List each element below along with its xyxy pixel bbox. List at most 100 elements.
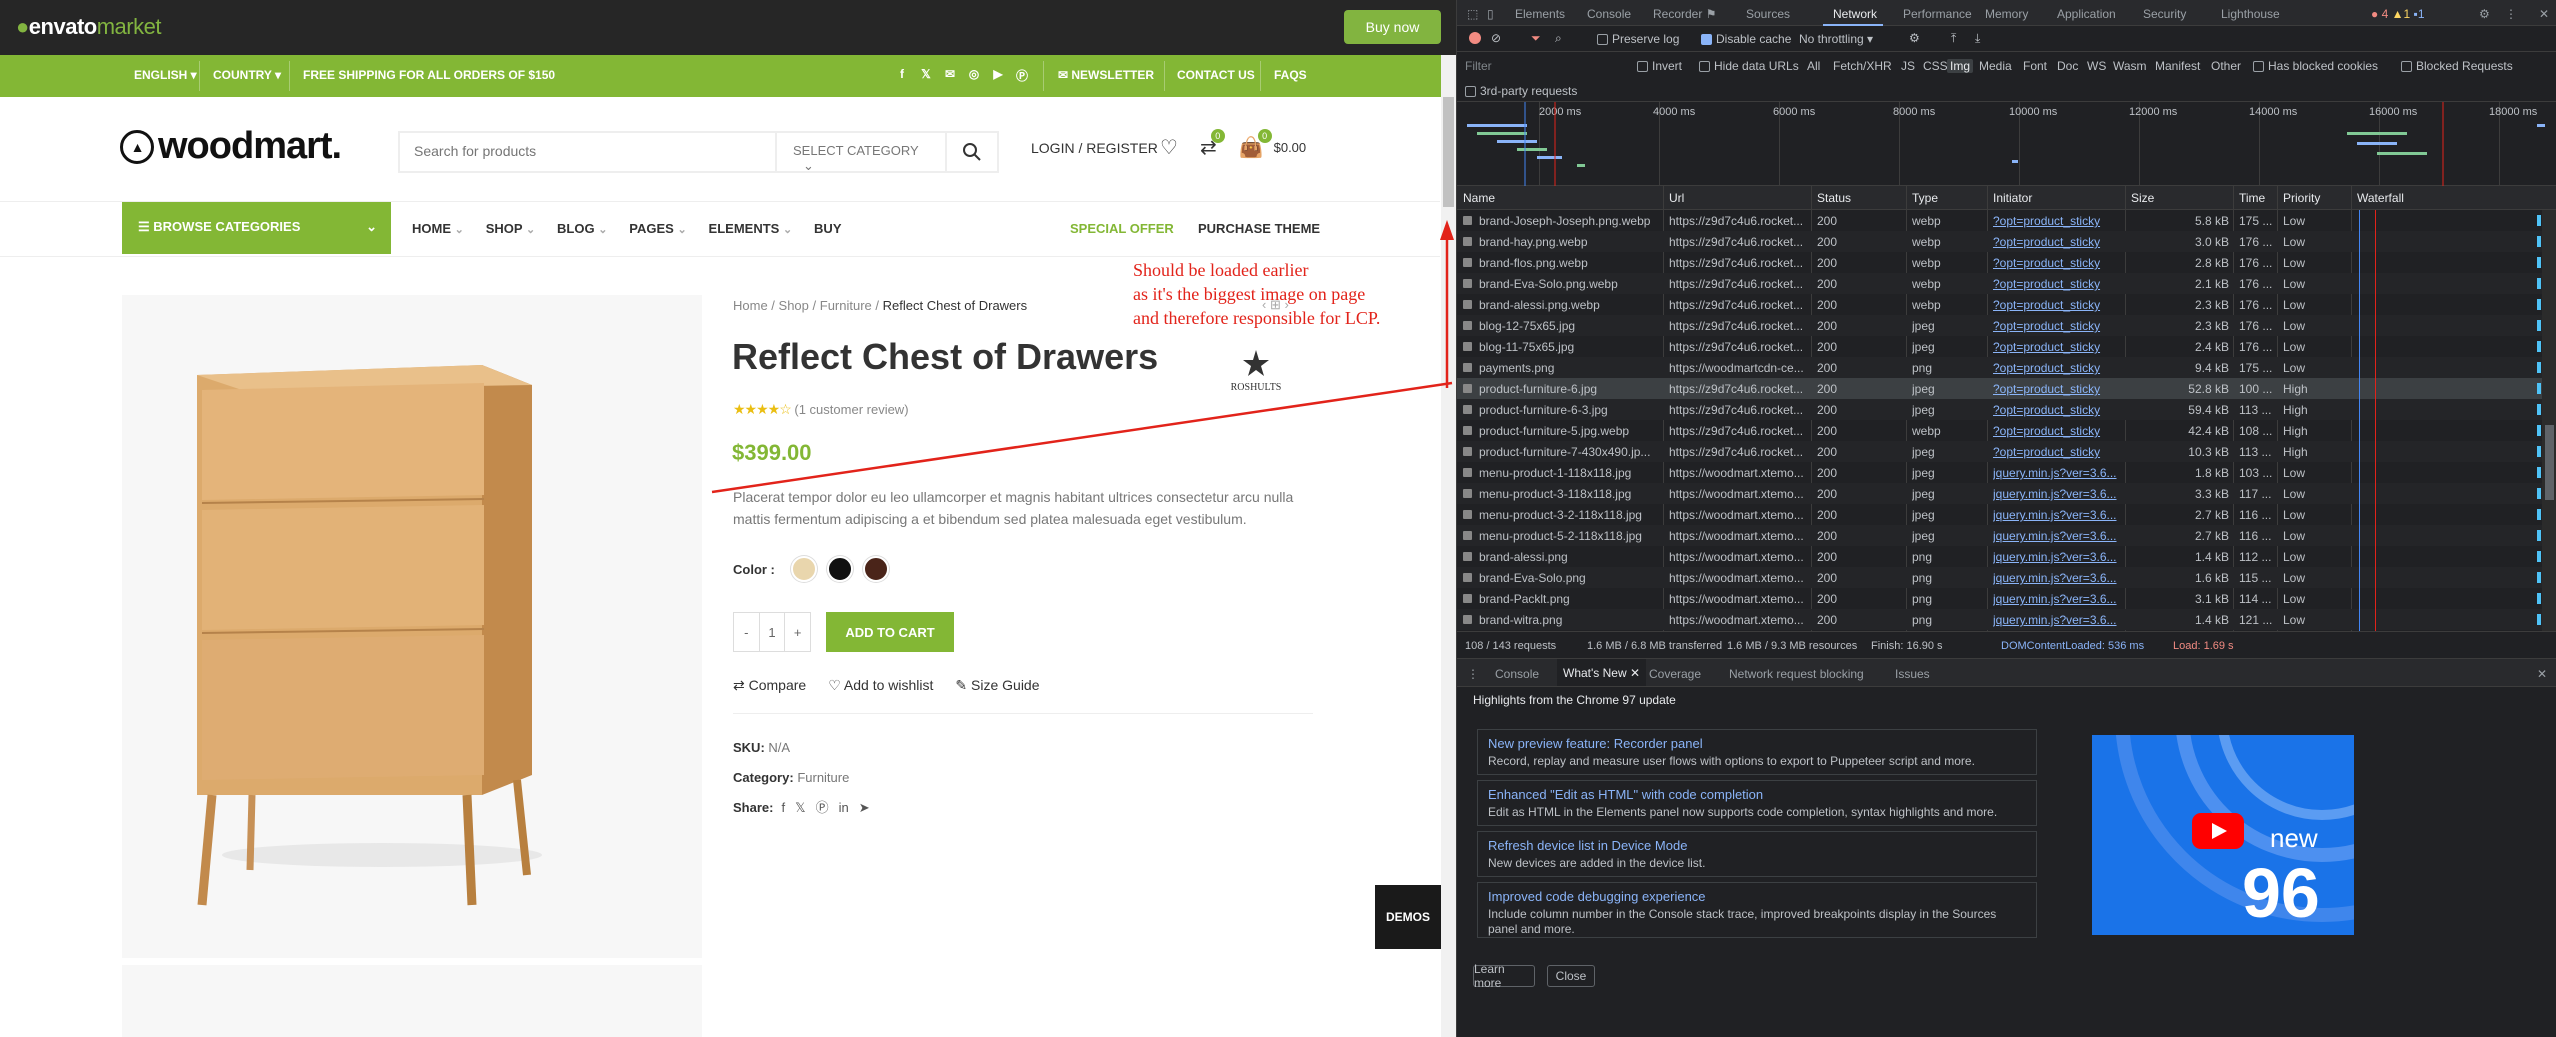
tab-console[interactable]: Console [1587,7,1631,21]
cell-initiator[interactable]: jquery.min.js?ver=3.6... [1993,508,2123,522]
purchase-theme-link[interactable]: PURCHASE THEME [1198,221,1320,236]
col-type[interactable]: Type [1912,191,1938,205]
filter-manifest[interactable]: Manifest [2155,59,2200,73]
share-facebook-icon[interactable]: f [781,793,785,823]
tab-performance[interactable]: Performance [1903,7,1972,21]
share-pinterest-icon[interactable]: Ⓟ [816,793,829,823]
cell-initiator[interactable]: ?opt=product_sticky [1993,298,2123,312]
filter-all[interactable]: All [1807,59,1820,73]
search-input[interactable] [414,143,774,159]
nav-pages[interactable]: PAGES ⌄ [629,221,686,236]
drawer-menu-icon[interactable]: ⋮ [1467,667,1479,681]
network-overview[interactable]: 2000 ms 4000 ms 6000 ms 8000 ms 10000 ms… [1457,102,2556,186]
clear-icon[interactable]: ⊘ [1491,31,1501,45]
feature-card[interactable]: New preview feature: Recorder panel Recor… [1477,729,2037,775]
filter-font[interactable]: Font [2023,59,2047,73]
drawer-tab-console[interactable]: Console [1495,667,1539,681]
tab-sources[interactable]: Sources [1746,7,1790,21]
page-scrollbar-thumb[interactable] [1443,97,1454,207]
drawer-tab-whats-new[interactable]: What's New ✕ [1557,659,1647,686]
table-row[interactable]: brand-Eva-Solo.png.webp https://z9d7c4u6.… [1457,273,2542,294]
facebook-icon[interactable]: f [894,67,910,83]
table-row[interactable]: brand-witra.png https://woodmart.xtemo...… [1457,609,2542,630]
browse-categories-button[interactable]: ☰ BROWSE CATEGORIES ⌄ [122,202,391,254]
record-icon[interactable] [1469,32,1481,44]
tab-recorder[interactable]: Recorder ⚑ [1653,7,1716,21]
col-size[interactable]: Size [2131,191,2154,205]
close-devtools-icon[interactable]: ✕ [2539,7,2549,21]
table-row[interactable]: brand-Eva-Solo.png https://woodmart.xtemo… [1457,567,2542,588]
compare-icon[interactable]: ⇄ 0 [1200,129,1225,160]
breadcrumb-home[interactable]: Home [733,298,768,313]
category-link[interactable]: Furniture [797,770,849,785]
col-time[interactable]: Time [2239,191,2265,205]
tab-memory[interactable]: Memory [1985,7,2028,21]
cell-initiator[interactable]: ?opt=product_sticky [1993,235,2123,249]
cell-initiator[interactable]: jquery.min.js?ver=3.6... [1993,529,2123,543]
filter-ws[interactable]: WS [2087,59,2106,73]
search-icon[interactable]: ⌕ [1555,31,1562,46]
table-row[interactable]: menu-product-1-118x118.jpg https://woodma… [1457,462,2542,483]
twitter-icon[interactable]: 𝕏 [918,67,934,83]
buy-now-button[interactable]: Buy now [1344,10,1441,44]
newsletter-link[interactable]: ✉ NEWSLETTER [1058,68,1154,82]
device-toggle-icon[interactable]: ▯ [1487,7,1494,21]
product-image[interactable] [122,295,702,958]
color-swatch-beige[interactable] [790,556,817,582]
filter-media[interactable]: Media [1979,59,2012,73]
cell-initiator[interactable]: jquery.min.js?ver=3.6... [1993,592,2123,606]
cell-initiator[interactable]: jquery.min.js?ver=3.6... [1993,613,2123,627]
col-url[interactable]: Url [1669,191,1684,205]
cell-initiator[interactable]: ?opt=product_sticky [1993,445,2123,459]
filter-doc[interactable]: Doc [2057,59,2078,73]
table-row[interactable]: menu-product-3-2-118x118.jpg https://wood… [1457,504,2542,525]
filter-fetch-xhr[interactable]: Fetch/XHR [1833,59,1892,73]
table-row[interactable]: product-furniture-6.jpg https://z9d7c4u6.… [1457,378,2542,399]
cell-initiator[interactable]: jquery.min.js?ver=3.6... [1993,487,2123,501]
nav-shop[interactable]: SHOP ⌄ [486,221,535,236]
feature-card[interactable]: Improved code debugging experience Includ… [1477,882,2037,938]
table-row[interactable]: blog-12-75x65.jpg https://z9d7c4u6.rocket… [1457,315,2542,336]
table-row[interactable]: product-furniture-6-3.jpg https://z9d7c4u… [1457,399,2542,420]
col-status[interactable]: Status [1817,191,1851,205]
nav-blog[interactable]: BLOG ⌄ [557,221,607,236]
cell-initiator[interactable]: ?opt=product_sticky [1993,214,2123,228]
export-har-icon[interactable]: ⤓ [1975,31,1980,46]
size-guide-button[interactable]: ✎ Size Guide [955,677,1039,694]
envato-logo[interactable]: ●envatomarket [16,14,161,40]
table-row[interactable]: product-furniture-7-430x490.jp... https:/… [1457,441,2542,462]
filter-input[interactable]: Filter [1465,59,1492,73]
cell-initiator[interactable]: ?opt=product_sticky [1993,424,2123,438]
table-row[interactable]: brand-hay.png.webp https://z9d7c4u6.rocke… [1457,231,2542,252]
table-row[interactable]: product-furniture-5.jpg.webp https://z9d7… [1457,420,2542,441]
import-har-icon[interactable]: ⤒ [1951,31,1956,46]
brand-logo[interactable]: ROSHULTS [1202,333,1310,407]
inspect-icon[interactable]: ⬚ [1467,7,1478,21]
share-twitter-icon[interactable]: 𝕏 [795,793,805,823]
filter-icon[interactable]: ⏷ [1531,31,1541,46]
table-row[interactable]: brand-Packlt.png https://woodmart.xtemo..… [1457,588,2542,609]
filter-wasm[interactable]: Wasm [2113,59,2147,73]
cell-initiator[interactable]: jquery.min.js?ver=3.6... [1993,466,2123,480]
filter-css[interactable]: CSS [1923,59,1948,73]
table-row[interactable]: brand-Joseph-Joseph.png.webp https://z9d7… [1457,210,2542,231]
drawer-tab-issues[interactable]: Issues [1895,667,1930,681]
cart-button[interactable]: 👜 0 $0.00 [1239,129,1306,160]
category-select[interactable]: SELECT CATEGORY ⌄ [775,133,945,173]
learn-more-button[interactable]: Learn more [1473,962,1535,990]
email-icon[interactable]: ✉ [942,67,958,83]
col-priority[interactable]: Priority [2283,191,2320,205]
preserve-log-checkbox[interactable]: Preserve log [1597,32,1679,46]
more-options-icon[interactable]: ⋮ [2505,7,2517,21]
cell-initiator[interactable]: ?opt=product_sticky [1993,361,2123,375]
pinterest-icon[interactable]: Ⓟ [1014,67,1030,83]
tab-application[interactable]: Application [2057,7,2116,21]
search-button[interactable] [945,133,997,171]
color-swatch-black[interactable] [826,556,853,582]
instagram-icon[interactable]: ◎ [966,67,982,83]
wishlist-icon[interactable]: ♡ [1160,135,1178,160]
table-row[interactable]: blog-11-75x65.jpg https://z9d7c4u6.rocket… [1457,336,2542,357]
cell-initiator[interactable]: ?opt=product_sticky [1993,340,2123,354]
table-row[interactable]: payments.png https://woodmartcdn-ce... 200… [1457,357,2542,378]
cell-initiator[interactable]: jquery.min.js?ver=3.6... [1993,550,2123,564]
